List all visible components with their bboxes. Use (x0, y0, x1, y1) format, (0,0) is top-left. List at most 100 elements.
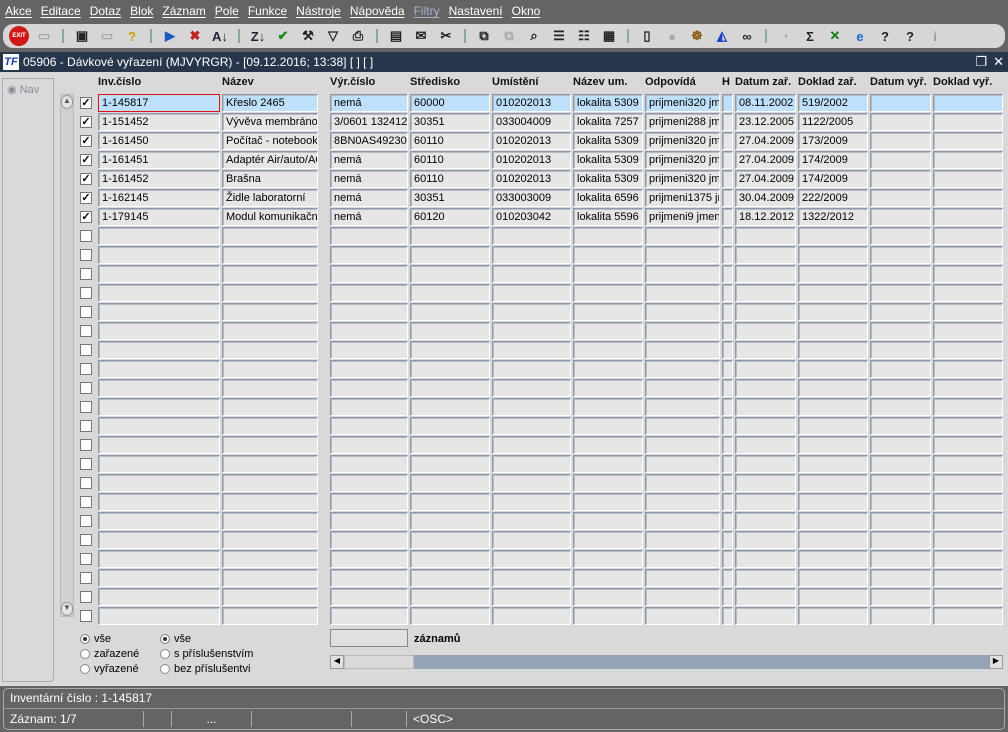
grid-cell[interactable] (330, 474, 408, 492)
grid-cell[interactable] (222, 569, 318, 587)
grid-cell[interactable]: 1-151452 (98, 113, 220, 131)
grid-cell[interactable]: prijmeni288 jme (645, 113, 720, 131)
grid-cell[interactable]: Vývěva membránov (222, 113, 318, 131)
grid-cell[interactable]: Křeslo 2465 (222, 94, 318, 112)
grid-cell[interactable]: 30351 (410, 189, 490, 207)
grid-cell[interactable] (330, 379, 408, 397)
grid-cell[interactable] (645, 265, 720, 283)
grid-cell[interactable]: 1-161452 (98, 170, 220, 188)
row-checkbox[interactable] (80, 287, 92, 299)
grid-cell[interactable] (492, 588, 571, 606)
grid-cell[interactable]: 1-145817 (98, 94, 220, 112)
grid-cell[interactable] (933, 246, 1003, 264)
grid-cell[interactable] (870, 132, 931, 150)
grid-cell[interactable] (98, 569, 220, 587)
radio-button-icon[interactable] (160, 634, 170, 644)
grid-cell[interactable]: nemá (330, 94, 408, 112)
grid-cell[interactable]: lokalita 5596 (573, 208, 643, 226)
cut-icon[interactable]: ✂ (436, 27, 456, 45)
grid-cell[interactable] (722, 550, 733, 568)
query-enter-icon[interactable]: ? (122, 27, 142, 45)
grid-cell[interactable]: 1-162145 (98, 189, 220, 207)
grid-cell[interactable] (933, 284, 1003, 302)
radio-filter1[interactable]: zařazené (80, 648, 139, 660)
scroll-up-button[interactable]: ▲ (61, 95, 73, 109)
grid-cell[interactable] (870, 208, 931, 226)
grid-cell[interactable] (410, 569, 490, 587)
grid-cell[interactable] (410, 322, 490, 340)
sort-descending-icon[interactable]: Z↓ (248, 27, 268, 45)
grid-cell[interactable] (330, 588, 408, 606)
grid-cell[interactable] (798, 284, 868, 302)
grid-cell[interactable] (870, 265, 931, 283)
query-cancel-icon[interactable]: ✖ (185, 27, 205, 45)
row-checkbox[interactable] (80, 363, 92, 375)
grid-cell[interactable] (410, 360, 490, 378)
grid-cell[interactable] (933, 208, 1003, 226)
menu-9[interactable]: Filtry (414, 4, 440, 18)
wheel-icon[interactable]: ☸ (687, 27, 707, 45)
menu-4[interactable]: Záznam (162, 4, 205, 18)
row-checkbox[interactable]: ✓ (80, 97, 92, 109)
row-checkbox[interactable] (80, 268, 92, 280)
grid-cell[interactable] (410, 303, 490, 321)
grid-cell[interactable] (330, 607, 408, 625)
grid-cell[interactable] (870, 189, 931, 207)
grid-cell[interactable] (98, 493, 220, 511)
grid-cell[interactable] (933, 189, 1003, 207)
grid-cell[interactable] (870, 113, 931, 131)
grid-cell[interactable] (573, 474, 643, 492)
column-header[interactable]: Výr.číslo (330, 76, 375, 88)
column-header[interactable]: Středisko (410, 76, 460, 88)
row-checkbox[interactable] (80, 610, 92, 622)
grid-cell[interactable] (492, 341, 571, 359)
scroll-right-button[interactable]: ▶ (989, 655, 1003, 669)
grid-cell[interactable] (492, 379, 571, 397)
grid-cell[interactable] (410, 531, 490, 549)
grid-cell[interactable] (573, 417, 643, 435)
info-icon[interactable]: i (925, 27, 945, 45)
grid-cell[interactable] (870, 227, 931, 245)
grid-cell[interactable] (645, 417, 720, 435)
grid-cell[interactable] (798, 379, 868, 397)
grid-cell[interactable]: 222/2009 (798, 189, 868, 207)
grid-cell[interactable] (330, 398, 408, 416)
grid-cell[interactable] (933, 417, 1003, 435)
grid-cell[interactable] (222, 607, 318, 625)
grid-cell[interactable] (645, 493, 720, 511)
grid-cell[interactable]: lokalita 7257 (573, 113, 643, 131)
row-checkbox[interactable]: ✓ (80, 154, 92, 166)
radio-button-icon[interactable] (80, 649, 90, 659)
grid-cell[interactable] (870, 436, 931, 454)
row-checkbox[interactable] (80, 382, 92, 394)
radio-button-icon[interactable] (80, 634, 90, 644)
grid-cell[interactable]: 1122/2005 (798, 113, 868, 131)
grid-cell[interactable] (98, 265, 220, 283)
grid-cell[interactable] (492, 322, 571, 340)
row-checkbox[interactable] (80, 515, 92, 527)
grid-cell[interactable] (222, 322, 318, 340)
grid-cell[interactable] (735, 531, 796, 549)
grid-cell[interactable] (870, 569, 931, 587)
grid-cell[interactable] (870, 341, 931, 359)
grid-cell[interactable] (222, 341, 318, 359)
grid-cell[interactable] (722, 607, 733, 625)
grid-cell[interactable]: 60000 (410, 94, 490, 112)
radio-filter2[interactable]: s příslušenstvím (160, 648, 253, 660)
grid-cell[interactable]: 30351 (410, 113, 490, 131)
eye-icon[interactable]: ◭ (712, 27, 732, 45)
grid-cell[interactable] (492, 360, 571, 378)
grid-cell[interactable] (933, 341, 1003, 359)
grid-cell[interactable] (410, 588, 490, 606)
grid-cell[interactable] (410, 607, 490, 625)
grid-cell[interactable]: Židle laboratorní (222, 189, 318, 207)
grid-cell[interactable] (222, 246, 318, 264)
grid-cell[interactable]: 033004009 (492, 113, 571, 131)
grid-cell[interactable] (798, 550, 868, 568)
excel-icon[interactable]: ✕ (825, 27, 845, 45)
menu-8[interactable]: Nápověda (350, 4, 405, 18)
grid-cell[interactable] (735, 265, 796, 283)
grid-cell[interactable] (410, 265, 490, 283)
grid-cell[interactable] (798, 303, 868, 321)
grid-cell[interactable] (870, 170, 931, 188)
